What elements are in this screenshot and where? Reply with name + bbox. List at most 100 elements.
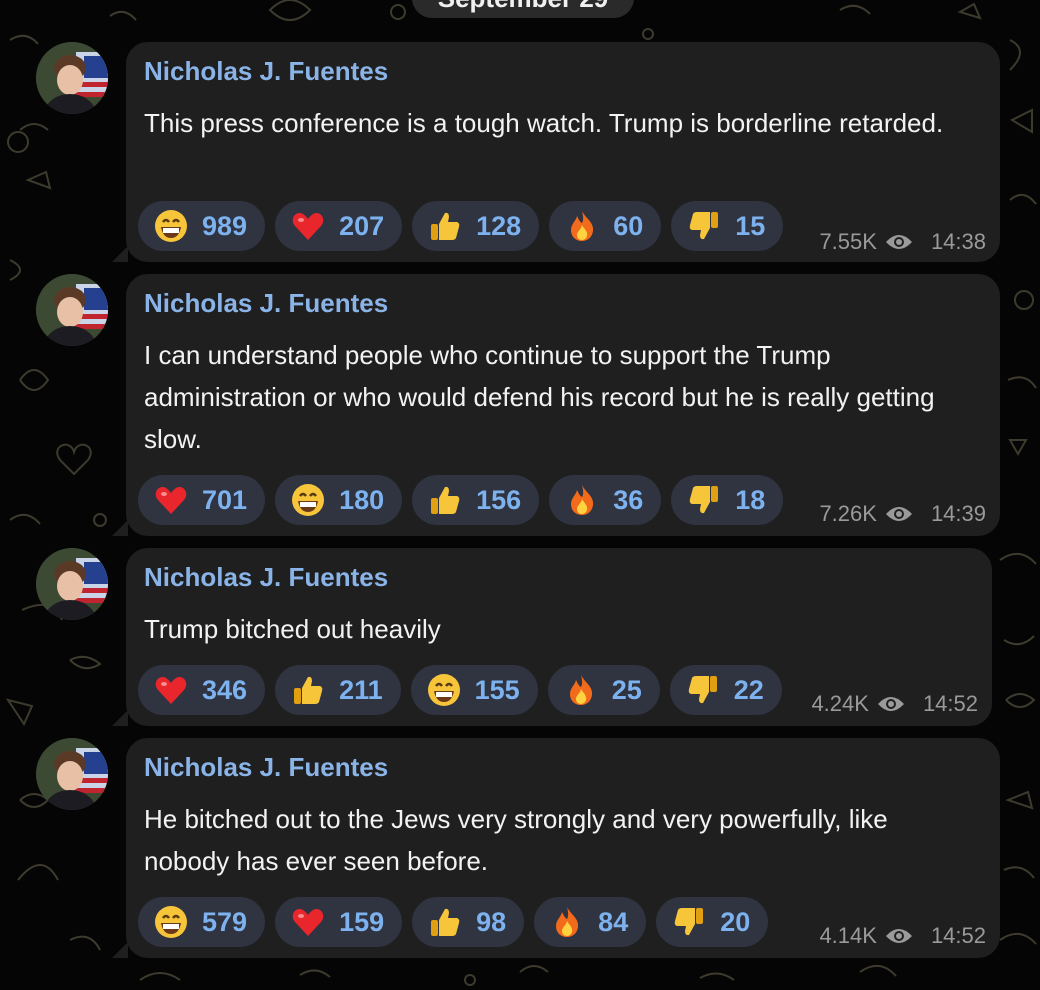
reaction-button[interactable]: 159 bbox=[275, 897, 403, 947]
reaction-button[interactable]: 60 bbox=[549, 201, 662, 251]
message-time: 14:52 bbox=[922, 691, 978, 716]
avatar[interactable] bbox=[36, 42, 108, 114]
eye-icon bbox=[885, 235, 912, 249]
bubble-tail bbox=[112, 520, 128, 536]
heart-icon bbox=[291, 905, 325, 939]
heart-icon bbox=[154, 483, 188, 517]
reaction-count: 20 bbox=[720, 906, 751, 937]
reaction-count: 207 bbox=[339, 210, 385, 241]
reaction-button[interactable]: 701 bbox=[138, 475, 266, 525]
reaction-button[interactable]: 98 bbox=[412, 897, 525, 947]
view-count: 4.24K bbox=[811, 691, 869, 716]
message-author[interactable]: Nicholas J. Fuentes bbox=[144, 56, 388, 87]
message-time: 14:39 bbox=[930, 501, 986, 526]
message-meta: 4.14K 14:52 bbox=[819, 923, 986, 949]
reaction-button[interactable]: 25 bbox=[547, 665, 660, 715]
reaction-button[interactable]: 18 bbox=[671, 475, 784, 525]
reaction-button[interactable]: 155 bbox=[410, 665, 538, 715]
message-bubble[interactable]: Nicholas J. Fuentes This press conferenc… bbox=[112, 42, 1000, 262]
thumbs-down-icon bbox=[687, 209, 721, 243]
reaction-button[interactable]: 346 bbox=[138, 665, 266, 715]
reaction-count: 579 bbox=[202, 906, 248, 937]
eye-icon bbox=[885, 929, 912, 943]
thumbs-down-icon bbox=[687, 483, 721, 517]
reaction-count: 15 bbox=[735, 210, 766, 241]
message-text: This press conference is a tough watch. … bbox=[144, 108, 944, 138]
bubble-tail bbox=[112, 246, 128, 262]
message-time: 14:38 bbox=[930, 229, 986, 254]
reaction-count: 155 bbox=[474, 674, 520, 705]
message-author[interactable]: Nicholas J. Fuentes bbox=[144, 752, 388, 783]
reaction-count: 36 bbox=[613, 484, 644, 515]
reaction-bar: 579 159 98 84 20 bbox=[138, 897, 769, 947]
heart-icon bbox=[154, 673, 188, 707]
reaction-count: 701 bbox=[202, 484, 248, 515]
fire-icon bbox=[565, 209, 599, 243]
fire-icon bbox=[550, 905, 584, 939]
reaction-count: 156 bbox=[476, 484, 522, 515]
thumbs-down-icon bbox=[686, 673, 720, 707]
reaction-button[interactable]: 211 bbox=[275, 665, 401, 715]
avatar[interactable] bbox=[36, 738, 108, 810]
view-count: 4.14K bbox=[819, 923, 877, 948]
avatar[interactable] bbox=[36, 274, 108, 346]
reaction-count: 128 bbox=[476, 210, 522, 241]
reaction-button[interactable]: 207 bbox=[275, 201, 403, 251]
reaction-count: 25 bbox=[611, 674, 642, 705]
reaction-button[interactable]: 22 bbox=[669, 665, 782, 715]
thumbs-down-icon bbox=[672, 905, 706, 939]
thumbs-up-icon bbox=[291, 673, 325, 707]
reaction-count: 211 bbox=[339, 674, 383, 705]
heart-icon bbox=[291, 209, 325, 243]
message-author[interactable]: Nicholas J. Fuentes bbox=[144, 288, 388, 319]
reaction-button[interactable]: 156 bbox=[412, 475, 540, 525]
thumbs-up-icon bbox=[428, 483, 462, 517]
message-text: He bitched out to the Jews very strongly… bbox=[144, 804, 888, 876]
message-author[interactable]: Nicholas J. Fuentes bbox=[144, 562, 388, 593]
reaction-count: 346 bbox=[202, 674, 248, 705]
reaction-bar: 346 211 155 25 22 bbox=[138, 665, 782, 715]
message-meta: 7.55K 14:38 bbox=[819, 229, 986, 255]
reaction-button[interactable]: 36 bbox=[549, 475, 662, 525]
thumbs-up-icon bbox=[428, 905, 462, 939]
reaction-button[interactable]: 180 bbox=[275, 475, 403, 525]
reaction-bar: 989 207 128 60 15 bbox=[138, 201, 784, 251]
eye-icon bbox=[877, 697, 904, 711]
reaction-count: 18 bbox=[735, 484, 766, 515]
avatar[interactable] bbox=[36, 548, 108, 620]
view-count: 7.26K bbox=[819, 501, 877, 526]
reaction-count: 180 bbox=[339, 484, 385, 515]
reaction-button[interactable]: 84 bbox=[534, 897, 647, 947]
bubble-tail bbox=[112, 710, 128, 726]
bubble-tail bbox=[112, 942, 128, 958]
reaction-button[interactable]: 128 bbox=[412, 201, 540, 251]
message-bubble[interactable]: Nicholas J. Fuentes I can understand peo… bbox=[112, 274, 1000, 536]
message-text: I can understand people who continue to … bbox=[144, 340, 935, 454]
reaction-button[interactable]: 579 bbox=[138, 897, 266, 947]
message-bubble[interactable]: Nicholas J. Fuentes He bitched out to th… bbox=[112, 738, 1000, 958]
reaction-count: 60 bbox=[613, 210, 644, 241]
fire-icon bbox=[564, 673, 598, 707]
reaction-count: 989 bbox=[202, 210, 248, 241]
grin-icon bbox=[291, 483, 325, 517]
message-bubble[interactable]: Nicholas J. Fuentes Trump bitched out he… bbox=[112, 548, 992, 726]
reaction-bar: 701 180 156 36 18 bbox=[138, 475, 784, 525]
grin-icon bbox=[427, 673, 461, 707]
reaction-count: 98 bbox=[476, 906, 507, 937]
reaction-button[interactable]: 989 bbox=[138, 201, 266, 251]
reaction-count: 159 bbox=[339, 906, 385, 937]
message-text: Trump bitched out heavily bbox=[144, 614, 441, 644]
fire-icon bbox=[565, 483, 599, 517]
reaction-button[interactable]: 15 bbox=[671, 201, 784, 251]
thumbs-up-icon bbox=[428, 209, 462, 243]
grin-icon bbox=[154, 905, 188, 939]
message-meta: 7.26K 14:39 bbox=[819, 501, 986, 527]
reaction-count: 84 bbox=[598, 906, 629, 937]
message-time: 14:52 bbox=[930, 923, 986, 948]
message-meta: 4.24K 14:52 bbox=[811, 691, 978, 717]
grin-icon bbox=[154, 209, 188, 243]
eye-icon bbox=[885, 507, 912, 521]
date-separator: September 29 bbox=[412, 0, 634, 18]
reaction-count: 22 bbox=[733, 674, 764, 705]
reaction-button[interactable]: 20 bbox=[656, 897, 769, 947]
